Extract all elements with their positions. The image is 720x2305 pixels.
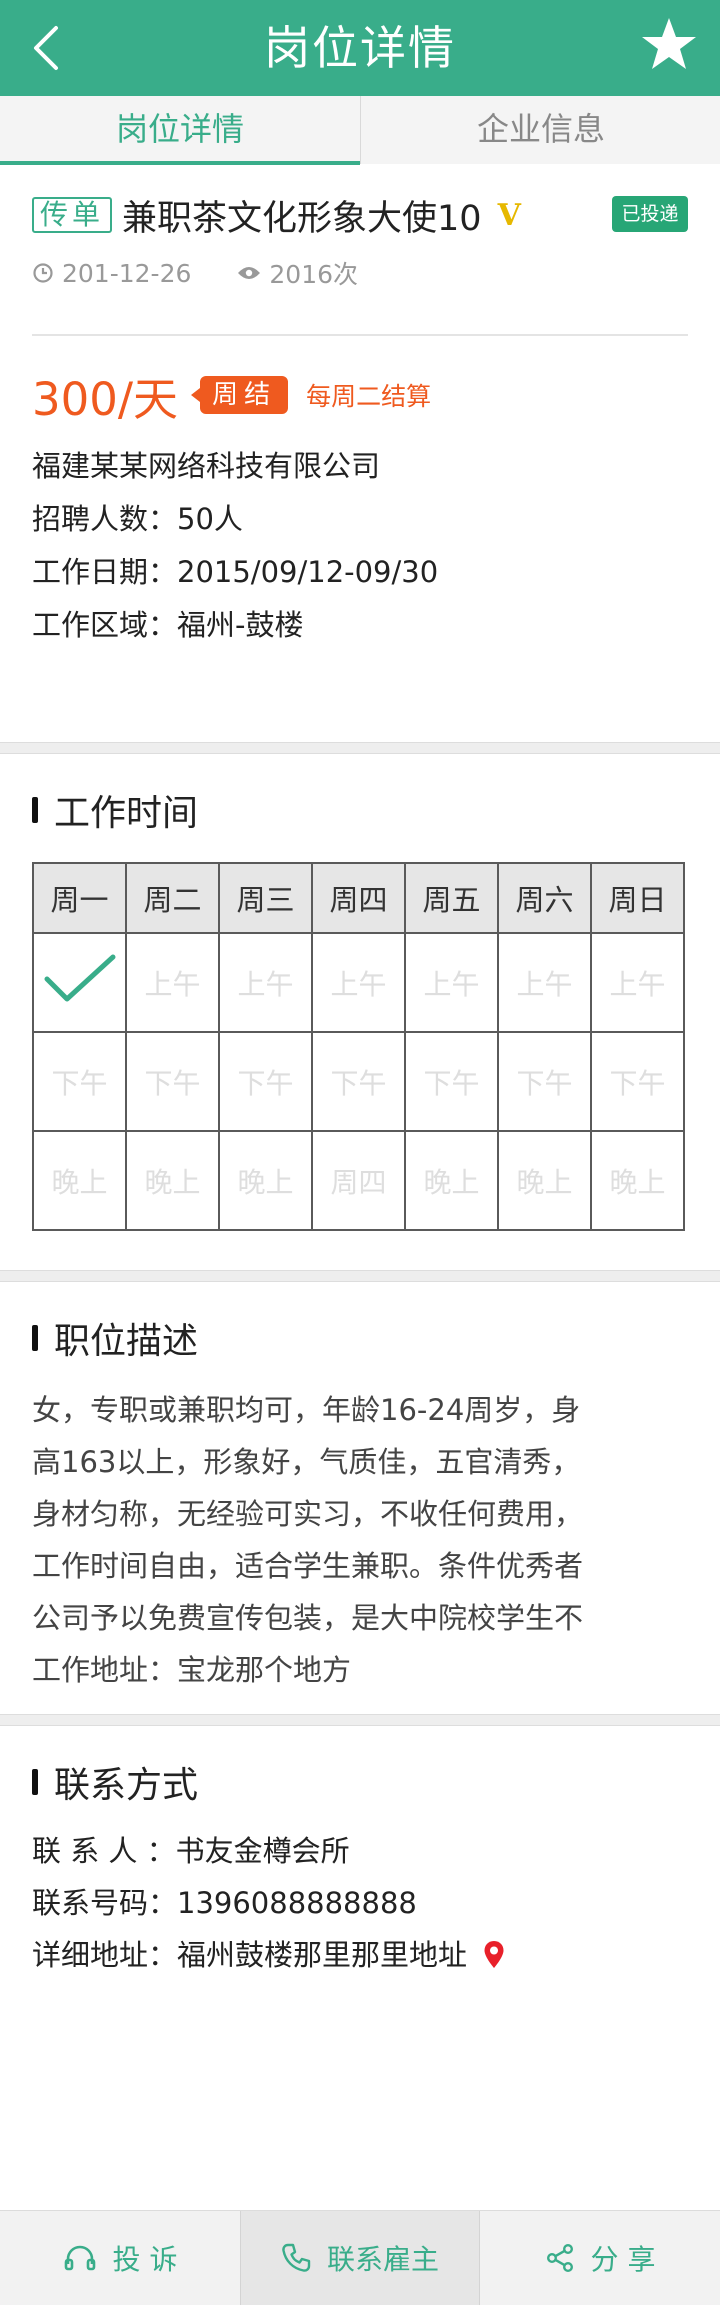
heading-bar	[32, 1325, 38, 1351]
schedule-cell[interactable]: 上午	[590, 932, 685, 1033]
section-gap	[0, 1714, 720, 1726]
schedule-cell[interactable]: 晚上	[32, 1130, 127, 1231]
app-header: 岗位详情	[0, 0, 720, 96]
publish-date-text: 201-12-26	[62, 258, 192, 288]
schedule-cell[interactable]: 上午	[218, 932, 313, 1033]
job-title: 兼职茶文化形象大使10	[122, 198, 482, 239]
view-count: 2016次	[237, 255, 358, 291]
page-title: 岗位详情	[264, 21, 456, 75]
description-line: 高163以上，形象好，气质佳，五官清秀，	[32, 1445, 581, 1479]
verified-v-badge: V	[497, 197, 521, 233]
publish-date: 201-12-26	[32, 259, 191, 288]
schedule-table: 周一 周二 周三 周四 周五 周六 周日 上午 上午 上午 上午 上午 上午 下…	[32, 862, 685, 1231]
applied-status-badge: 已投递	[612, 196, 688, 232]
divider	[32, 334, 688, 336]
heading-bar	[32, 1769, 38, 1795]
schedule-cell[interactable]: 下午	[125, 1031, 220, 1132]
schedule-cell-selected[interactable]	[32, 932, 127, 1033]
day-header: 周四	[311, 862, 406, 934]
schedule-cell[interactable]: 下午	[311, 1031, 406, 1132]
job-header: 传单 兼职茶文化形象大使10 V	[32, 192, 521, 239]
contact-employer-button[interactable]: 联系雇主	[240, 2211, 480, 2305]
heading-bar	[32, 797, 38, 823]
clock-icon	[33, 263, 53, 283]
contact-address-row: 详细地址：福州鼓楼那里那里地址	[32, 1929, 505, 1981]
contact-employer-label: 联系雇主	[326, 2243, 439, 2276]
contact-heading: 联系方式	[32, 1762, 198, 1806]
schedule-header-row: 周一 周二 周三 周四 周五 周六 周日	[32, 862, 685, 934]
contact-person: 联 系 人 ：书友金樽会所	[32, 1834, 350, 1868]
contact-phone[interactable]: 联系号码：1396088888888	[32, 1877, 505, 1929]
contact-title: 联系方式	[54, 1765, 199, 1806]
job-meta: 201-12-26 2016次	[32, 256, 358, 290]
headset-icon	[64, 2245, 95, 2271]
schedule-cell[interactable]: 周四	[311, 1130, 406, 1231]
contact-info: 联 系 人 ：书友金樽会所 联系号码：1396088888888 详细地址：福州…	[32, 1825, 505, 1981]
checkmark-icon	[44, 954, 115, 1002]
work-area: 工作区域：福州-鼓楼	[32, 608, 304, 642]
schedule-cell[interactable]: 上午	[125, 932, 220, 1033]
contact-address: 详细地址：福州鼓楼那里那里地址	[32, 1938, 468, 1972]
salary: 300/天	[32, 372, 179, 426]
day-header: 周六	[497, 862, 592, 934]
phone-icon	[282, 2243, 311, 2272]
schedule-cell[interactable]: 下午	[404, 1031, 499, 1132]
work-time-heading: 工作时间	[32, 790, 198, 834]
view-count-text: 2016次	[269, 260, 359, 289]
salary-row: 300/天 周结 每周二结算	[32, 366, 432, 426]
share-button[interactable]: 分 享	[480, 2211, 720, 2305]
eye-icon	[238, 267, 261, 279]
schedule-cell[interactable]: 上午	[404, 932, 499, 1033]
schedule-cell[interactable]: 晚上	[125, 1130, 220, 1231]
schedule-row-afternoon: 下午 下午 下午 下午 下午 下午 下午	[32, 1031, 685, 1132]
section-gap	[0, 742, 720, 754]
schedule-cell[interactable]: 晚上	[497, 1130, 592, 1231]
schedule-cell[interactable]: 晚上	[590, 1130, 685, 1231]
description-line: 女，专职或兼职均可，年龄16-24周岁，身	[32, 1393, 581, 1427]
job-type-tag: 传单	[32, 197, 113, 233]
schedule-row-morning: 上午 上午 上午 上午 上午 上午	[32, 932, 685, 1033]
schedule-cell[interactable]: 晚上	[404, 1130, 499, 1231]
description-heading: 职位描述	[32, 1318, 198, 1362]
company-name: 福建某某网络科技有限公司	[32, 449, 381, 483]
settlement-badge: 周结	[191, 376, 289, 414]
description-title: 职位描述	[54, 1321, 199, 1362]
schedule-row-evening: 晚上 晚上 晚上 周四 晚上 晚上 晚上	[32, 1130, 685, 1231]
schedule-cell[interactable]: 上午	[497, 932, 592, 1033]
settlement-note: 每周二结算	[306, 382, 432, 411]
complain-label: 投 诉	[112, 2243, 178, 2276]
bottom-action-bar: 投 诉 联系雇主 分 享	[0, 2210, 720, 2305]
location-pin-icon[interactable]	[483, 1940, 505, 1970]
tab-company-info[interactable]: 企业信息	[361, 96, 720, 164]
schedule-cell[interactable]: 下午	[497, 1031, 592, 1132]
schedule-cell[interactable]: 下午	[590, 1031, 685, 1132]
section-gap	[0, 1270, 720, 1282]
day-header: 周一	[32, 862, 127, 934]
schedule-cell[interactable]: 下午	[32, 1031, 127, 1132]
day-header: 周五	[404, 862, 499, 934]
complain-button[interactable]: 投 诉	[0, 2211, 240, 2305]
day-header: 周日	[590, 862, 685, 934]
day-header: 周二	[125, 862, 220, 934]
share-icon	[546, 2244, 573, 2273]
star-icon[interactable]	[640, 16, 698, 74]
schedule-cell[interactable]: 下午	[218, 1031, 313, 1132]
work-dates: 工作日期：2015/09/12-09/30	[32, 555, 439, 589]
description-line: 身材匀称，无经验可实习，不收任何费用，	[32, 1497, 584, 1531]
tab-job-details[interactable]: 岗位详情	[0, 96, 360, 165]
job-info: 福建某某网络科技有限公司 招聘人数：50人 工作日期：2015/09/12-09…	[32, 440, 438, 652]
description-line: 工作地址：宝龙那个地方	[32, 1653, 352, 1687]
job-description: 女，专职或兼职均可，年龄16-24周岁，身 高163以上，形象好，气质佳，五官清…	[32, 1384, 692, 1696]
description-line: 工作时间自由，适合学生兼职。条件优秀者	[32, 1549, 584, 1583]
day-header: 周三	[218, 862, 313, 934]
schedule-cell[interactable]: 晚上	[218, 1130, 313, 1231]
headcount: 招聘人数：50人	[32, 502, 243, 536]
tab-bar: 岗位详情 企业信息	[0, 96, 720, 165]
description-line: 公司予以免费宣传包装，是大中院校学生不	[32, 1601, 584, 1635]
work-time-title: 工作时间	[54, 793, 199, 834]
schedule-cell[interactable]: 上午	[311, 932, 406, 1033]
share-label: 分 享	[590, 2243, 656, 2276]
